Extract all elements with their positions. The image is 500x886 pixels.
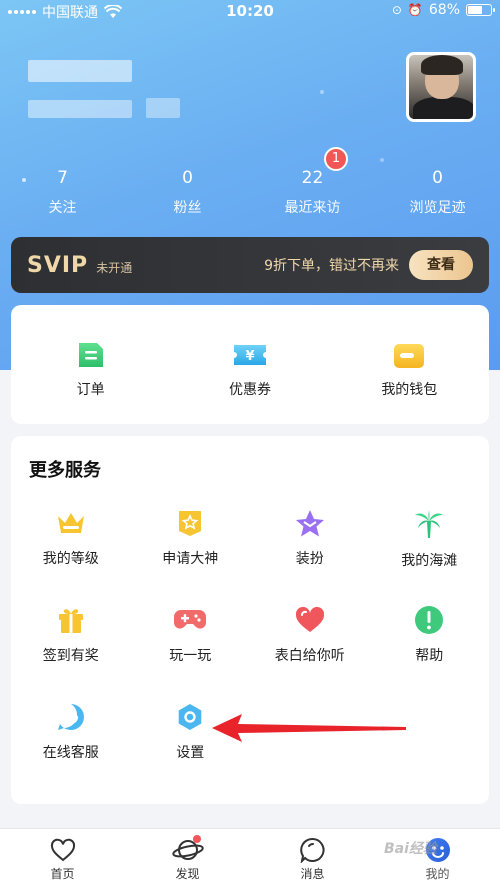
avatar[interactable] — [406, 52, 476, 122]
quick-label: 订单 — [76, 382, 105, 398]
service-label: 表白给你听 — [274, 648, 345, 664]
stat-label: 浏览足迹 — [409, 200, 466, 216]
tab-messages[interactable]: 消息 — [250, 829, 375, 886]
service-help[interactable]: 帮助 — [370, 605, 490, 702]
service-label: 我的海滩 — [401, 553, 458, 569]
tab-label: 首页 — [50, 867, 75, 881]
orientation-lock-icon: ⊙ — [391, 3, 402, 17]
stat-following[interactable]: 7 关注 — [0, 165, 125, 217]
message-icon — [299, 837, 325, 863]
settings-hexagon-icon — [178, 704, 202, 730]
wallet-icon — [394, 344, 425, 368]
stat-label: 粉丝 — [173, 200, 202, 216]
more-services-card: 更多服务 我的等级 申请大神 装扮 我的海滩 签到有奖 玩一玩 表白给你听 帮助… — [11, 436, 489, 804]
gamepad-icon — [174, 610, 207, 629]
heart-icon — [295, 606, 324, 632]
status-bar: 中国联通 10:20 ⊙ ⏰ 68% — [0, 0, 500, 22]
home-heart-icon — [50, 838, 75, 862]
battery-icon — [466, 4, 495, 16]
svip-title: SVIP — [27, 252, 89, 278]
service-label: 我的等级 — [42, 551, 99, 567]
service-checkin-reward[interactable]: 签到有奖 — [11, 605, 131, 702]
dress-up-star-icon — [295, 510, 324, 537]
customer-service-icon — [57, 704, 84, 730]
stat-value: 7 — [57, 168, 68, 188]
tab-label: 我的 — [425, 867, 450, 881]
svip-banner[interactable]: SVIP 未开通 9折下单，错过不再来 查看 — [11, 237, 489, 293]
alarm-icon: ⏰ — [407, 3, 423, 17]
user-tag-blurred — [146, 98, 180, 118]
service-my-level[interactable]: 我的等级 — [11, 508, 131, 605]
quick-actions-card: 订单 ¥ 优惠券 我的钱包 — [11, 305, 489, 424]
tab-label: 发现 — [175, 867, 200, 881]
tab-home[interactable]: 首页 — [0, 829, 125, 886]
star-badge-icon — [179, 511, 202, 536]
coupon-icon: ¥ — [233, 345, 266, 365]
svg-text:¥: ¥ — [245, 349, 254, 364]
svip-promo: 9折下单，错过不再来 — [264, 258, 399, 274]
user-id-blurred — [28, 100, 132, 118]
quick-label: 优惠券 — [228, 382, 271, 398]
service-label: 设置 — [176, 745, 205, 761]
svip-view-button[interactable]: 查看 — [409, 250, 473, 280]
notification-badge: 1 — [324, 147, 348, 171]
section-title: 更多服务 — [29, 460, 101, 481]
battery-percent: 68% — [428, 2, 460, 18]
service-label: 申请大神 — [162, 551, 219, 567]
stat-value: 0 — [182, 168, 193, 188]
help-icon — [415, 606, 444, 634]
quick-label: 我的钱包 — [381, 382, 438, 398]
tab-discover[interactable]: 发现 — [125, 829, 250, 886]
stat-recent-visitors[interactable]: 1 22 最近来访 — [250, 147, 375, 217]
service-label: 在线客服 — [42, 745, 99, 761]
discover-notification-dot — [193, 835, 201, 843]
stat-label: 关注 — [48, 200, 77, 216]
service-label: 装扮 — [295, 551, 324, 567]
stat-label: 最近来访 — [284, 200, 341, 216]
service-dress-up[interactable]: 装扮 — [250, 508, 370, 605]
service-my-beach[interactable]: 我的海滩 — [370, 508, 490, 605]
stat-value: 0 — [432, 168, 443, 188]
tab-label: 消息 — [300, 867, 325, 881]
gift-icon — [58, 609, 83, 633]
username-blurred — [28, 60, 132, 82]
crown-icon — [57, 513, 84, 533]
stats-row: 7 关注 0 粉丝 1 22 最近来访 0 浏览足迹 — [0, 147, 500, 217]
stat-browse-history[interactable]: 0 浏览足迹 — [375, 165, 500, 217]
service-label: 签到有奖 — [42, 648, 99, 664]
palm-tree-icon — [415, 510, 444, 538]
service-label: 帮助 — [415, 648, 444, 664]
stat-value: 22 — [301, 168, 324, 188]
watermark: Bai经验 — [384, 841, 437, 857]
order-icon — [78, 343, 103, 367]
service-online-support[interactable]: 在线客服 — [11, 702, 131, 799]
wallet-button[interactable]: 我的钱包 — [330, 305, 489, 424]
coupon-button[interactable]: ¥ 优惠券 — [170, 305, 329, 424]
service-confession[interactable]: 表白给你听 — [250, 605, 370, 702]
service-label: 玩一玩 — [169, 648, 212, 664]
service-play[interactable]: 玩一玩 — [131, 605, 251, 702]
svip-status: 未开通 — [96, 260, 133, 275]
stat-followers[interactable]: 0 粉丝 — [125, 165, 250, 217]
annotation-arrow — [212, 714, 406, 742]
service-apply-master[interactable]: 申请大神 — [131, 508, 251, 605]
order-button[interactable]: 订单 — [11, 305, 170, 424]
